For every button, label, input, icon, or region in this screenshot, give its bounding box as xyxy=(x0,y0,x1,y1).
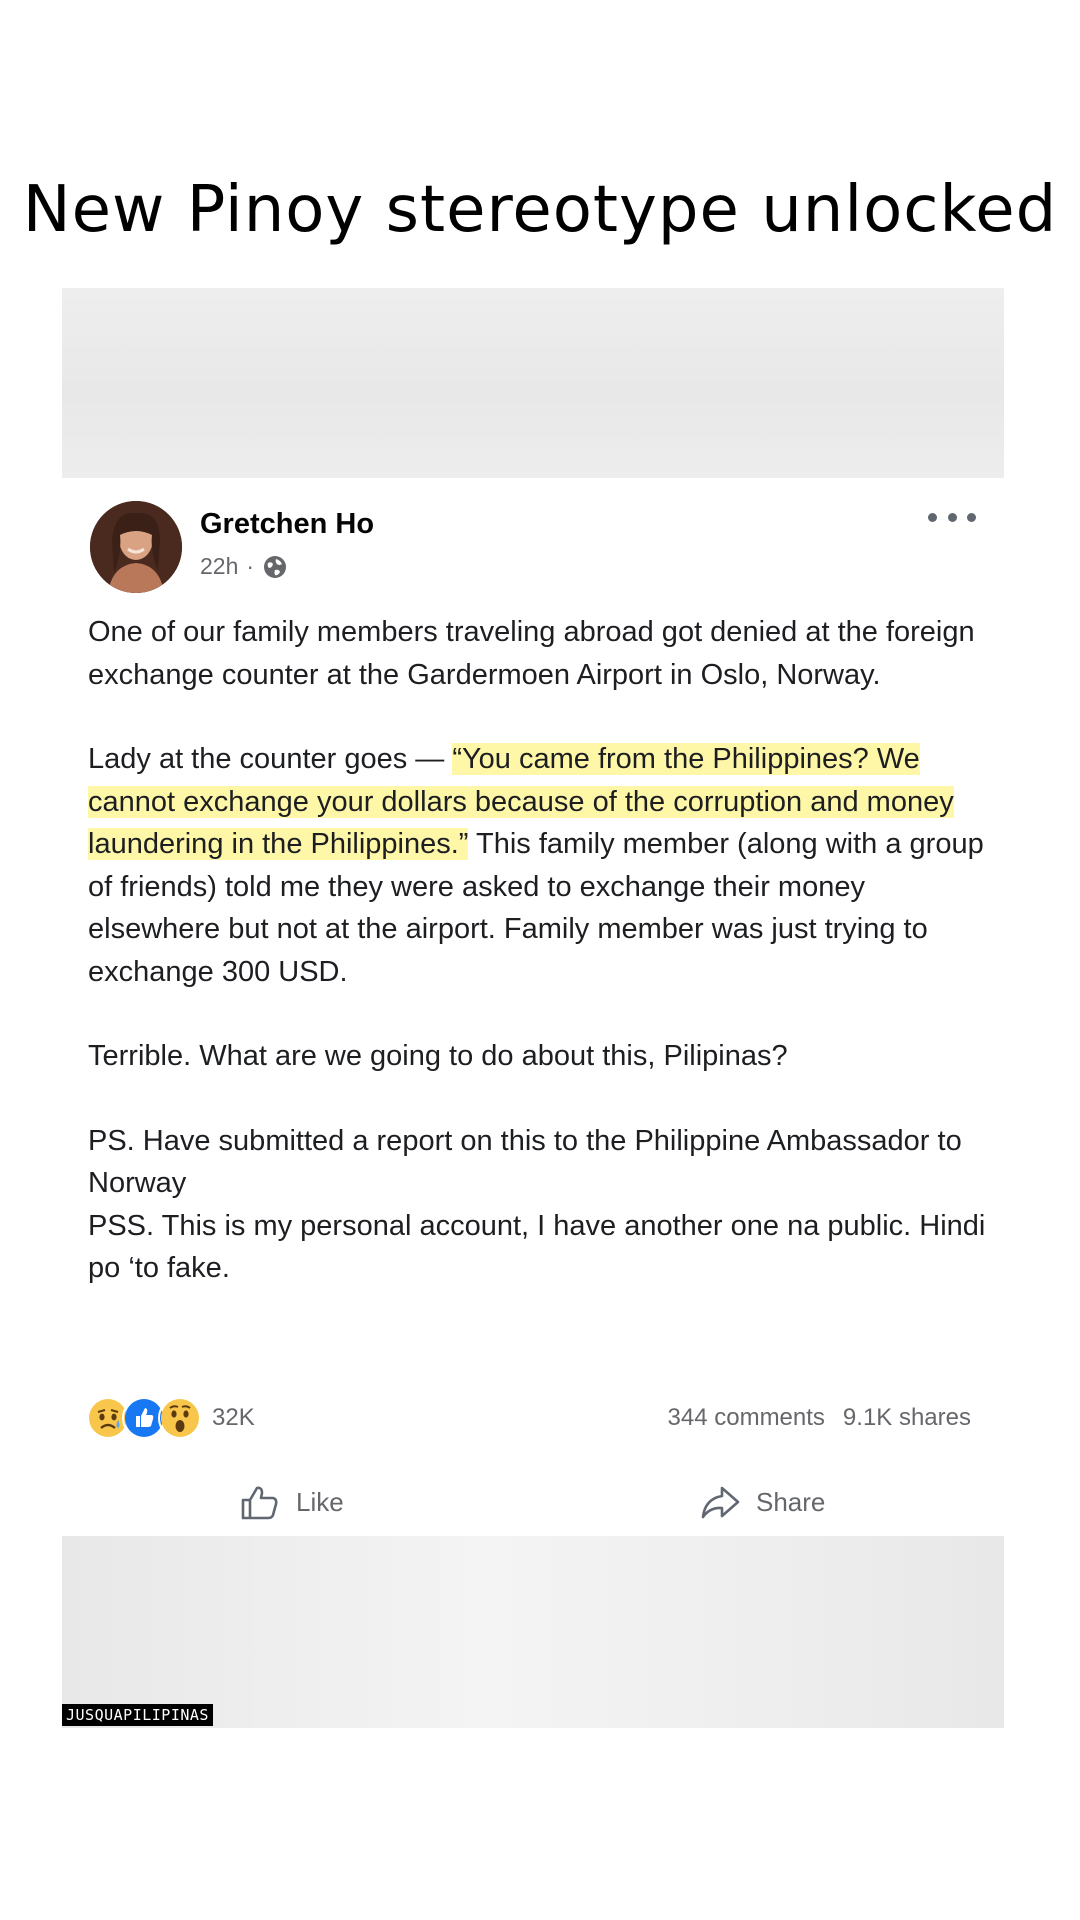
post-paragraph: PSS. This is my personal account, I have… xyxy=(88,1209,986,1285)
post-paragraph: Lady at the counter goes — “You came fro… xyxy=(88,738,988,993)
profile-photo-icon xyxy=(90,501,182,593)
reaction-count: 32K xyxy=(212,1404,255,1431)
more-horizontal-icon[interactable] xyxy=(928,506,976,528)
share-arrow-icon xyxy=(701,1486,740,1519)
meta-separator: · xyxy=(246,553,255,579)
like-button[interactable]: Like xyxy=(238,1478,344,1526)
post-paragraph: One of our family members traveling abro… xyxy=(88,616,975,691)
post-time[interactable]: 22h xyxy=(200,553,238,580)
paragraph-intro: Lady at the counter goes — xyxy=(88,743,453,775)
top-blurred-band xyxy=(62,288,1004,478)
meme-caption: New Pinoy stereotype unlocked xyxy=(22,173,1058,247)
post-meta: 22h · xyxy=(200,553,288,580)
reaction-summary[interactable]: 32K xyxy=(86,1396,255,1440)
comments-count[interactable]: 344 comments xyxy=(668,1404,825,1432)
thumbs-up-icon xyxy=(241,1486,278,1520)
post-paragraph: Terrible. What are we going to do about … xyxy=(88,1040,788,1072)
facebook-post: Gretchen Ho 22h · One of our family memb… xyxy=(62,478,1004,1536)
post-stats: 344 comments 9.1K shares xyxy=(668,1404,971,1432)
avatar[interactable] xyxy=(90,501,182,593)
author-name[interactable]: Gretchen Ho xyxy=(200,508,374,541)
shares-count[interactable]: 9.1K shares xyxy=(843,1404,971,1432)
post-body: One of our family members traveling abro… xyxy=(88,611,988,1290)
screenshot-card: Gretchen Ho 22h · One of our family memb… xyxy=(62,288,1004,1728)
like-label: Like xyxy=(296,1486,344,1517)
watermark: JUSQUAPILIPINAS xyxy=(62,1704,213,1726)
bottom-blurred-band xyxy=(62,1536,1004,1728)
post-paragraph: PS. Have submitted a report on this to t… xyxy=(88,1124,962,1200)
globe-icon xyxy=(264,555,287,578)
share-button[interactable]: Share xyxy=(698,1478,825,1526)
share-label: Share xyxy=(756,1486,826,1517)
wow-reaction-icon xyxy=(158,1396,202,1440)
